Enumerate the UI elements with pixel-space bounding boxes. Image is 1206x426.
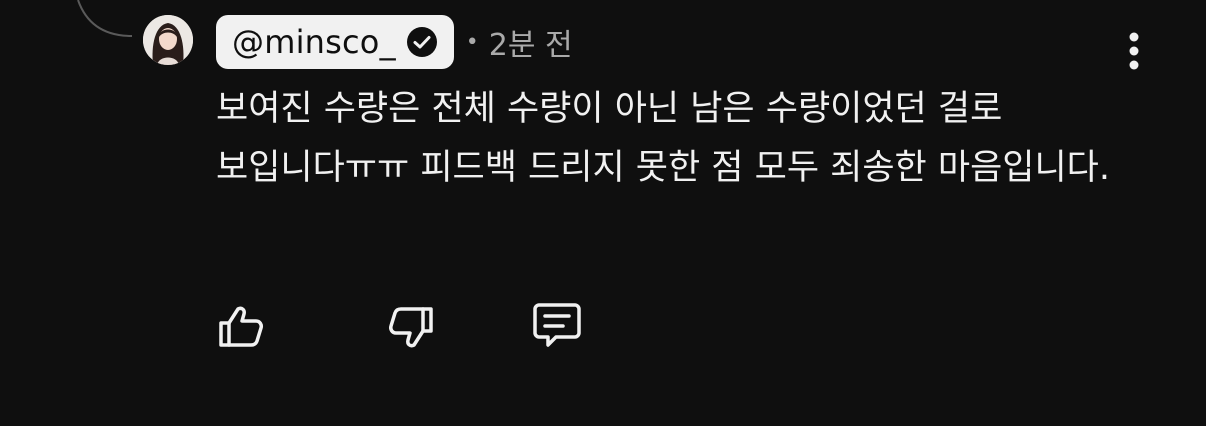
author-name[interactable]: @minsco_ — [232, 26, 396, 58]
reply-comment-icon — [533, 303, 581, 347]
comment-header: @minsco_ • 2분 전 — [216, 15, 573, 69]
dislike-button[interactable] — [384, 299, 438, 353]
like-button[interactable] — [214, 299, 268, 353]
thumbs-up-icon — [219, 306, 263, 347]
thread-connector-line — [77, 0, 133, 37]
author-chip[interactable]: @minsco_ — [216, 15, 454, 69]
comment-body: 보여진 수량은 전체 수량이 아닌 남은 수량이었던 걸로 보입니다ㅠㅠ 피드백… — [216, 89, 1111, 188]
separator-dot: • — [465, 29, 479, 55]
avatar-portrait-icon — [143, 15, 193, 65]
comment-timestamp[interactable]: 2분 전 — [489, 20, 573, 64]
reply-button[interactable] — [530, 299, 584, 353]
more-actions-button[interactable] — [1114, 28, 1154, 74]
verified-check-icon — [406, 26, 438, 58]
more-vertical-icon — [1129, 32, 1139, 70]
author-avatar[interactable] — [143, 15, 193, 65]
thumbs-down-icon — [389, 307, 433, 348]
